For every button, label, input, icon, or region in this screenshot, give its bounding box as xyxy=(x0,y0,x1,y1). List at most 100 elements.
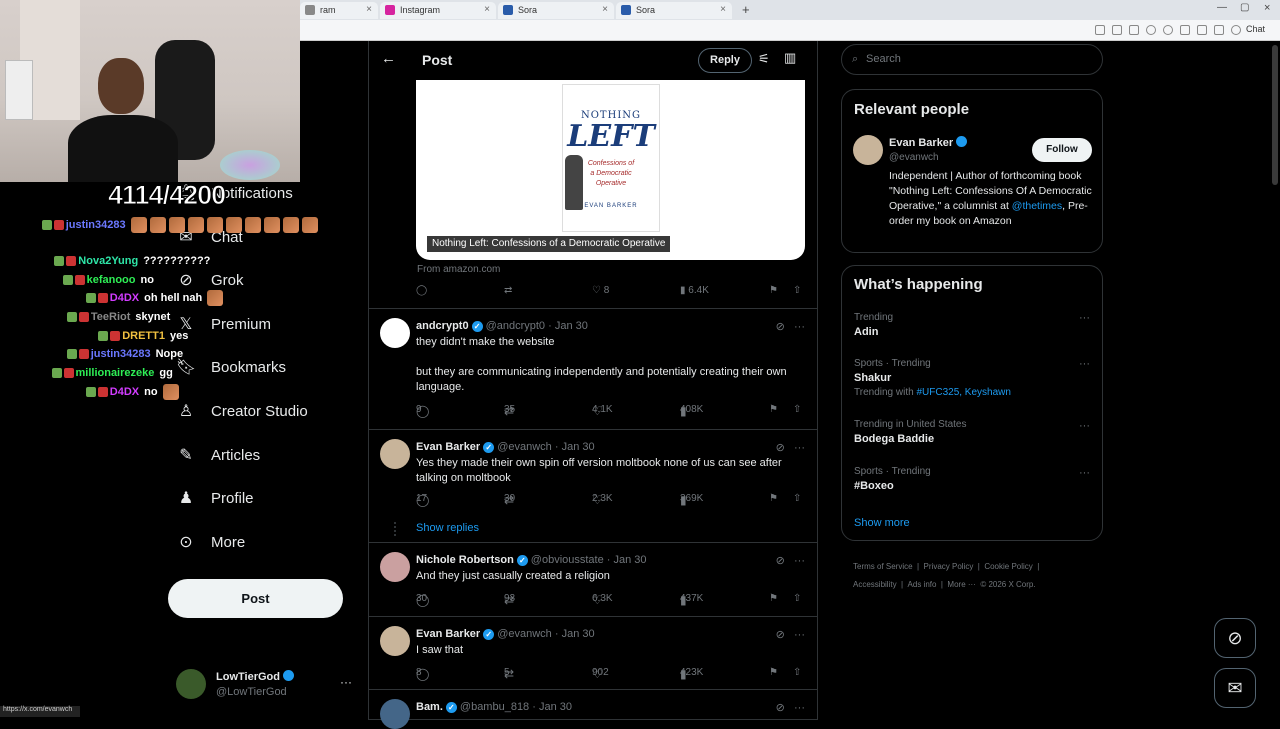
bookmark-icon[interactable]: ⚑ xyxy=(769,593,778,604)
bookmark-icon[interactable]: ⚑ xyxy=(769,493,778,504)
more-dots-icon[interactable]: ··· xyxy=(794,629,805,641)
bookmark-icon[interactable]: ⚑ xyxy=(769,285,778,296)
refresh-icon[interactable] xyxy=(1163,25,1173,35)
trend-item[interactable]: Trending Adin xyxy=(854,312,893,338)
tweet[interactable]: Evan Barker ✓ @evanwch · Jan 30 ⊘ ··· I saw … xyxy=(369,617,817,690)
minimize-icon[interactable]: — xyxy=(1217,2,1227,13)
tweet[interactable]: Bam. ✓ @bambu_818 · Jan 30 ⊘ ··· xyxy=(369,690,817,729)
chat-username[interactable]: justin34283 xyxy=(66,219,126,231)
trend-item[interactable]: Sports · Trending Shakur Trending with #UF… xyxy=(854,358,1011,398)
copilot-chat-button[interactable]: Chat xyxy=(1246,24,1265,34)
share-icon[interactable]: ⇧ xyxy=(793,667,801,678)
trend-item[interactable]: Sports · Trending #Boxeo xyxy=(854,466,931,492)
link-card[interactable]: NOTHING LEFT Confessions of a Democratic… xyxy=(416,80,805,260)
sidebar-item-more[interactable]: ⊙ More xyxy=(176,529,245,555)
chat-username[interactable]: D4DX xyxy=(110,292,139,304)
browser-tab[interactable]: Sora × xyxy=(616,2,732,19)
author-name[interactable]: Nichole Robertson xyxy=(416,554,514,566)
sidebar-item-profile[interactable]: ♟ Profile xyxy=(176,485,254,511)
bookmark-icon[interactable]: ⚑ xyxy=(769,404,778,415)
chat-username[interactable]: kefanooo xyxy=(87,274,136,286)
reader-icon[interactable] xyxy=(1112,25,1122,35)
sidebar-item-creator-studio[interactable]: ♙ Creator Studio xyxy=(176,398,308,424)
collections-icon[interactable] xyxy=(1214,25,1224,35)
close-icon[interactable]: × xyxy=(720,4,726,15)
more-dots-icon[interactable]: ··· xyxy=(794,702,805,714)
show-more-link[interactable]: Show more xyxy=(854,517,910,529)
terms-link[interactable]: Terms of Service xyxy=(853,562,913,571)
maximize-icon[interactable]: ▢ xyxy=(1240,2,1249,13)
follow-button[interactable]: Follow xyxy=(1032,138,1092,162)
close-icon[interactable]: × xyxy=(366,4,372,15)
sliders-icon[interactable]: ⚟ xyxy=(758,51,770,67)
tweet[interactable]: Nichole Robertson ✓ @obviousstate · Jan 30… xyxy=(369,543,817,617)
search-input[interactable]: ⌕ Search xyxy=(841,44,1103,75)
repost-icon[interactable]: ⇄ xyxy=(504,285,512,296)
favorites-icon[interactable] xyxy=(1197,25,1207,35)
grok-icon[interactable]: ⊘ xyxy=(776,442,785,454)
chat-username[interactable]: millionairezeke xyxy=(76,367,155,379)
author-name[interactable]: Evan Barker xyxy=(416,441,480,453)
favorite-star-icon[interactable] xyxy=(1146,25,1156,35)
avatar[interactable] xyxy=(380,318,410,348)
author-name[interactable]: Bam. xyxy=(416,701,443,713)
extension-icon[interactable] xyxy=(1095,25,1105,35)
close-window-icon[interactable]: × xyxy=(1264,2,1270,14)
more-dots-icon[interactable]: ··· xyxy=(340,675,352,689)
more-dots-icon[interactable]: ··· xyxy=(1079,358,1090,370)
profile-icon[interactable] xyxy=(1231,25,1241,35)
back-arrow-icon[interactable]: ← xyxy=(381,50,396,67)
browser-tab[interactable]: Instagram × xyxy=(380,2,496,19)
avatar[interactable] xyxy=(380,552,410,582)
more-dots-icon[interactable]: ··· xyxy=(794,555,805,567)
sidebar-item-articles[interactable]: ✎ Articles xyxy=(176,442,260,468)
cookie-link[interactable]: Cookie Policy xyxy=(984,562,1032,571)
avatar[interactable] xyxy=(380,699,410,729)
account-switcher[interactable]: LowTierGod @LowTierGod ··· xyxy=(176,667,366,703)
post-button[interactable]: Post xyxy=(168,579,343,618)
more-dots-icon[interactable]: ··· xyxy=(1079,420,1090,432)
like-button[interactable]: ♡ 8 xyxy=(592,285,609,296)
share-icon[interactable]: ⇧ xyxy=(793,285,801,296)
address-bar[interactable]: Chat xyxy=(300,20,1280,41)
browser-tab[interactable]: ram × xyxy=(300,2,378,19)
author-name[interactable]: andcrypt0 xyxy=(416,320,469,332)
sidebar-item-bookmarks[interactable]: 🔖︎ Bookmarks xyxy=(176,354,286,380)
avatar[interactable] xyxy=(853,135,883,165)
bio-link[interactable]: @thetimes xyxy=(1012,200,1062,212)
avatar[interactable] xyxy=(380,439,410,469)
author-name[interactable]: Evan Barker xyxy=(416,628,480,640)
sidebar-item-premium[interactable]: 𝕏 Premium xyxy=(176,311,271,337)
chat-username[interactable]: D4DX xyxy=(110,386,139,398)
ads-info-link[interactable]: Ads info xyxy=(908,580,937,589)
tweet[interactable]: Evan Barker ✓ @evanwch · Jan 30 ⊘ ··· Yes th… xyxy=(369,430,817,543)
chat-username[interactable]: justin34283 xyxy=(91,348,151,360)
trend-item[interactable]: Trending in United States Bodega Baddie xyxy=(854,419,966,445)
chat-username[interactable]: DRETT1 xyxy=(122,330,165,342)
grok-icon[interactable]: ⊘ xyxy=(776,321,785,333)
reader-view-icon[interactable]: ▥ xyxy=(784,50,796,66)
accessibility-link[interactable]: Accessibility xyxy=(853,580,897,589)
more-dots-icon[interactable]: ··· xyxy=(1079,312,1090,324)
grok-icon[interactable]: ⊘ xyxy=(776,555,785,567)
more-dots-icon[interactable]: ··· xyxy=(794,442,805,454)
new-tab-button[interactable]: + xyxy=(742,2,750,17)
close-icon[interactable]: × xyxy=(484,4,490,15)
more-dots-icon[interactable]: ··· xyxy=(1079,467,1090,479)
browser-tab[interactable]: Sora × xyxy=(498,2,614,19)
split-screen-icon[interactable] xyxy=(1180,25,1190,35)
reply-icon[interactable]: ◯ xyxy=(416,285,427,296)
read-aloud-icon[interactable] xyxy=(1129,25,1139,35)
chat-username[interactable]: Nova2Yung xyxy=(78,255,138,267)
share-icon[interactable]: ⇧ xyxy=(793,404,801,415)
close-icon[interactable]: × xyxy=(602,4,608,15)
show-replies-link[interactable]: Show replies xyxy=(416,522,479,534)
messages-fab-icon[interactable]: ✉ xyxy=(1214,668,1256,708)
person-name[interactable]: Evan Barker xyxy=(889,137,953,149)
scrollbar[interactable] xyxy=(1272,45,1278,185)
privacy-link[interactable]: Privacy Policy xyxy=(924,562,974,571)
share-icon[interactable]: ⇧ xyxy=(793,493,801,504)
views-button[interactable]: ▮ 6.4K xyxy=(680,285,709,296)
more-dots-icon[interactable]: ··· xyxy=(794,321,805,333)
reply-button[interactable]: Reply xyxy=(698,48,752,73)
